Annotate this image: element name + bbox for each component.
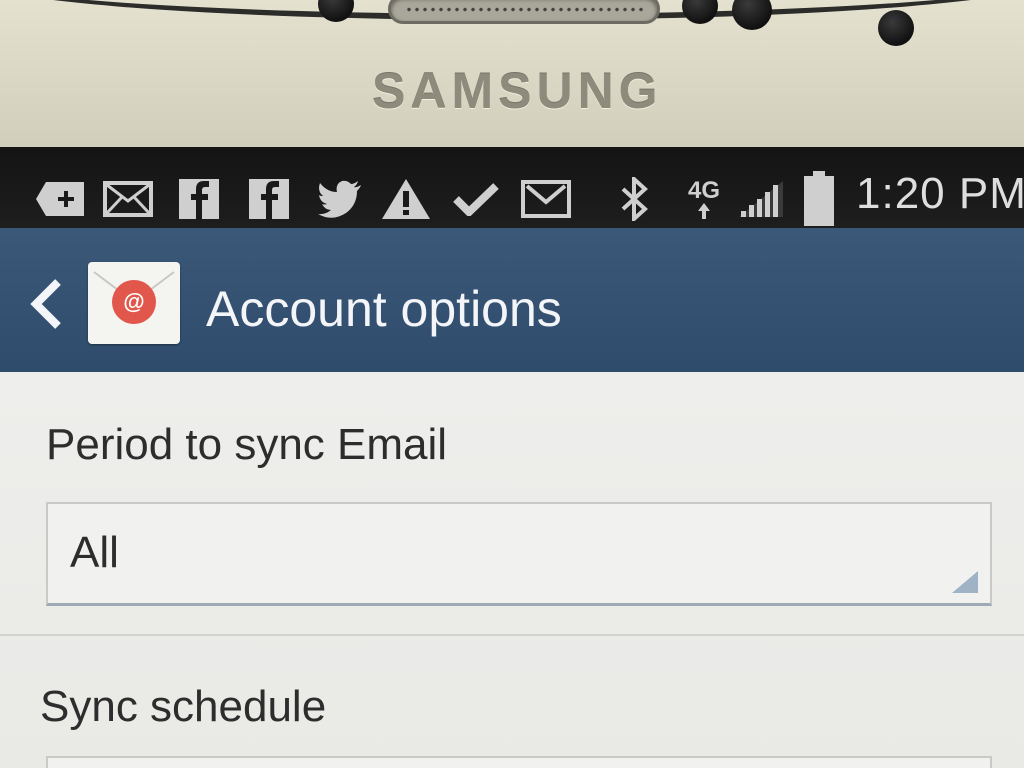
front-sensor-dot <box>318 0 354 22</box>
email-app-icon[interactable]: @ <box>88 262 180 344</box>
at-sign-icon: @ <box>112 280 156 324</box>
status-bar: 4G 1:20 PM <box>0 147 1024 237</box>
4g-network-icon: 4G <box>676 177 732 221</box>
period-to-sync-value: All <box>70 528 119 577</box>
brand-logo: SAMSUNG <box>372 63 663 119</box>
earpiece-speaker <box>388 0 660 24</box>
section-divider <box>0 634 1024 636</box>
period-to-sync-label: Period to sync Email <box>46 420 448 469</box>
battery-icon <box>800 171 838 226</box>
period-to-sync-dropdown[interactable]: All <box>46 502 992 606</box>
settings-content: Period to sync Email All Sync schedule <box>0 372 1024 768</box>
twitter-icon <box>316 177 364 221</box>
gmail-icon <box>520 177 572 221</box>
sync-schedule-label: Sync schedule <box>40 682 327 731</box>
dropdown-corner-icon <box>952 571 978 593</box>
action-bar: @ Account options <box>0 228 1024 380</box>
email-icon <box>102 177 154 221</box>
bluetooth-icon <box>616 177 652 221</box>
facebook-icon <box>246 177 292 221</box>
network-type-label: 4G <box>687 177 720 204</box>
phone-bezel: SAMSUNG <box>0 0 1024 160</box>
front-sensor-dot <box>732 0 772 30</box>
front-sensor-dot <box>682 0 718 24</box>
facebook-icon <box>176 177 222 221</box>
status-clock: 1:20 PM <box>856 169 1024 218</box>
warning-icon <box>380 177 432 221</box>
front-camera <box>878 10 914 46</box>
add-icon <box>34 177 86 221</box>
sync-schedule-dropdown[interactable] <box>46 756 992 768</box>
back-arrow-icon[interactable] <box>28 276 64 332</box>
signal-icon <box>736 177 786 221</box>
checkmark-icon <box>452 177 500 221</box>
page-title: Account options <box>206 281 562 337</box>
